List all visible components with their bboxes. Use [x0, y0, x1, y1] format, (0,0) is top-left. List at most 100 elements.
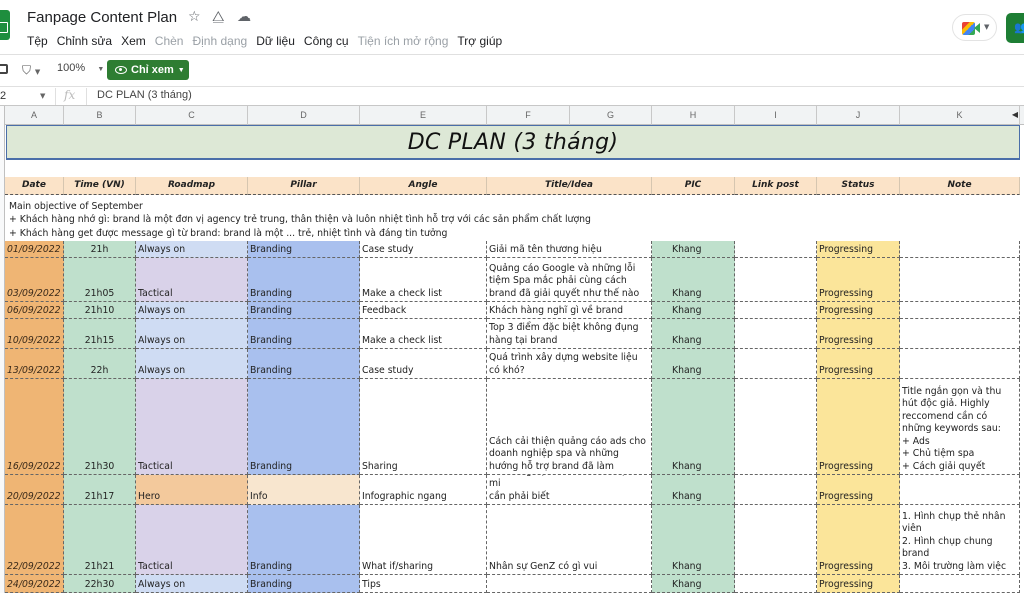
cell-pic[interactable]: Khang [652, 475, 735, 505]
cell-note[interactable] [900, 319, 1020, 349]
spreadsheet-grid[interactable]: ◀ ABCDEFGHIJK DC PLAN (3 tháng) Date Time… [0, 106, 1024, 593]
cell-pillar[interactable]: Branding [248, 379, 360, 475]
cell-date[interactable]: 03/09/2022 [5, 258, 64, 302]
cell-date[interactable]: 10/09/2022 [5, 319, 64, 349]
cell-roadmap[interactable]: Tactical [136, 379, 248, 475]
header-pillar[interactable]: Pillar [248, 177, 360, 195]
cell-pillar[interactable]: Branding [248, 349, 360, 379]
cell-link[interactable] [735, 379, 817, 475]
cell-status[interactable]: Progressing [817, 575, 900, 593]
cell-pic[interactable]: Khang [652, 258, 735, 302]
cell-pic[interactable]: Khang [652, 319, 735, 349]
column-header-j[interactable]: J [817, 106, 900, 125]
cell-pic[interactable]: Khang [652, 302, 735, 319]
cell-note[interactable] [900, 302, 1020, 319]
cell-roadmap[interactable]: Tactical [136, 258, 248, 302]
cell-time[interactable]: 21h30 [64, 379, 136, 475]
header-roadmap[interactable]: Roadmap [136, 177, 248, 195]
column-header-b[interactable]: B [64, 106, 136, 125]
menu-item-5[interactable]: Dữ liệu [256, 34, 295, 48]
cell-title[interactable] [487, 575, 652, 593]
column-header-f[interactable]: F [487, 106, 570, 125]
menu-item-0[interactable]: Tệp [27, 34, 48, 48]
header-title-idea[interactable]: Title/Idea [487, 177, 652, 195]
cell-time[interactable]: 21h17 [64, 475, 136, 505]
menu-item-6[interactable]: Công cụ [304, 34, 349, 48]
column-header-c[interactable]: C [136, 106, 248, 125]
cell-title[interactable]: Các công cụ facebook chủ tiệm mi cần phả… [487, 475, 652, 505]
cell-title[interactable]: Top 3 điểm đặc biệt không đụng hàng tại … [487, 319, 652, 349]
cell-title[interactable]: Quá trình xây dựng website liệu có khó? [487, 349, 652, 379]
cell-time[interactable]: 21h15 [64, 319, 136, 349]
cell-time[interactable]: 22h [64, 349, 136, 379]
header-date[interactable]: Date [5, 177, 64, 195]
cell-roadmap[interactable]: Always on [136, 319, 248, 349]
cell-pillar[interactable]: Branding [248, 258, 360, 302]
cell-angle[interactable]: Case study [360, 241, 487, 258]
cell-date[interactable]: 22/09/2022 [5, 505, 64, 575]
cell-link[interactable] [735, 319, 817, 349]
menu-item-7[interactable]: Tiện ích mở rộng [358, 34, 449, 48]
cell-roadmap[interactable]: Tactical [136, 505, 248, 575]
print-icon[interactable] [0, 64, 8, 74]
cell-note[interactable] [900, 475, 1020, 505]
column-header-h[interactable]: H [652, 106, 735, 125]
google-meet-button[interactable]: ▼ [952, 14, 997, 41]
cell-pillar[interactable]: Branding [248, 319, 360, 349]
column-header-d[interactable]: D [248, 106, 360, 125]
menu-item-2[interactable]: Xem [121, 34, 146, 48]
cell-link[interactable] [735, 505, 817, 575]
cell-status[interactable]: Progressing [817, 475, 900, 505]
cell-roadmap[interactable]: Always on [136, 575, 248, 593]
cell-roadmap[interactable]: Always on [136, 349, 248, 379]
column-header-e[interactable]: E [360, 106, 487, 125]
cell-angle[interactable]: Feedback [360, 302, 487, 319]
menu-item-8[interactable]: Trợ giúp [457, 34, 502, 48]
column-header-a[interactable]: A [5, 106, 64, 125]
cell-pillar[interactable]: Branding [248, 302, 360, 319]
column-header-i[interactable]: I [735, 106, 817, 125]
cell-pillar[interactable]: Branding [248, 505, 360, 575]
cell-pic[interactable]: Khang [652, 575, 735, 593]
cell-link[interactable] [735, 349, 817, 379]
header-status[interactable]: Status [817, 177, 900, 195]
cell-note[interactable]: Title ngắn gọn và thu hút độc giả. Highl… [900, 379, 1020, 475]
cell-angle[interactable]: Infographic ngang [360, 475, 487, 505]
header-pic[interactable]: PIC [652, 177, 735, 195]
cell-note[interactable] [900, 349, 1020, 379]
cell-date[interactable]: 16/09/2022 [5, 379, 64, 475]
cell-title[interactable]: Quảng cáo Google và những lỗi tiệm Spa m… [487, 258, 652, 302]
menu-item-1[interactable]: Chỉnh sửa [57, 34, 112, 48]
cell-pic[interactable]: Khang [652, 379, 735, 475]
cell-title[interactable]: Giải mã tên thương hiệu [487, 241, 652, 258]
header-link-post[interactable]: Link post [735, 177, 817, 195]
cell-time[interactable]: 21h [64, 241, 136, 258]
menu-item-4[interactable]: Định dạng [192, 34, 247, 48]
google-sheets-logo-icon[interactable] [0, 10, 10, 40]
cell-status[interactable]: Progressing [817, 379, 900, 475]
cell-angle[interactable]: Tips [360, 575, 487, 593]
cell-pillar[interactable]: Branding [248, 575, 360, 593]
cell-status[interactable]: Progressing [817, 349, 900, 379]
header-time-vn[interactable]: Time (VN) [64, 177, 136, 195]
cell-link[interactable] [735, 475, 817, 505]
zoom-select[interactable]: 100% ▼ [57, 62, 104, 74]
menu-item-3[interactable]: Chèn [155, 34, 184, 48]
cell-angle[interactable]: Sharing [360, 379, 487, 475]
cell-date[interactable]: 06/09/2022 [5, 302, 64, 319]
cell-pic[interactable]: Khang [652, 241, 735, 258]
header-angle[interactable]: Angle [360, 177, 487, 195]
cell-pic[interactable]: Khang [652, 349, 735, 379]
sheet-title-cell[interactable]: DC PLAN (3 tháng) [6, 125, 1020, 160]
cell-date[interactable]: 24/09/2022 [5, 575, 64, 593]
cell-link[interactable] [735, 302, 817, 319]
cell-status[interactable]: Progressing [817, 319, 900, 349]
share-button[interactable]: 👥 [1006, 13, 1024, 43]
cell-note[interactable]: 1. Hình chụp thẻ nhân viên 2. Hình chụp … [900, 505, 1020, 575]
cell-pillar[interactable]: Branding [248, 241, 360, 258]
cell-angle[interactable]: Make a check list [360, 258, 487, 302]
cell-roadmap[interactable]: Always on [136, 302, 248, 319]
cell-title[interactable]: Nhân sự GenZ có gì vui [487, 505, 652, 575]
cell-note[interactable] [900, 241, 1020, 258]
cell-status[interactable]: Progressing [817, 241, 900, 258]
